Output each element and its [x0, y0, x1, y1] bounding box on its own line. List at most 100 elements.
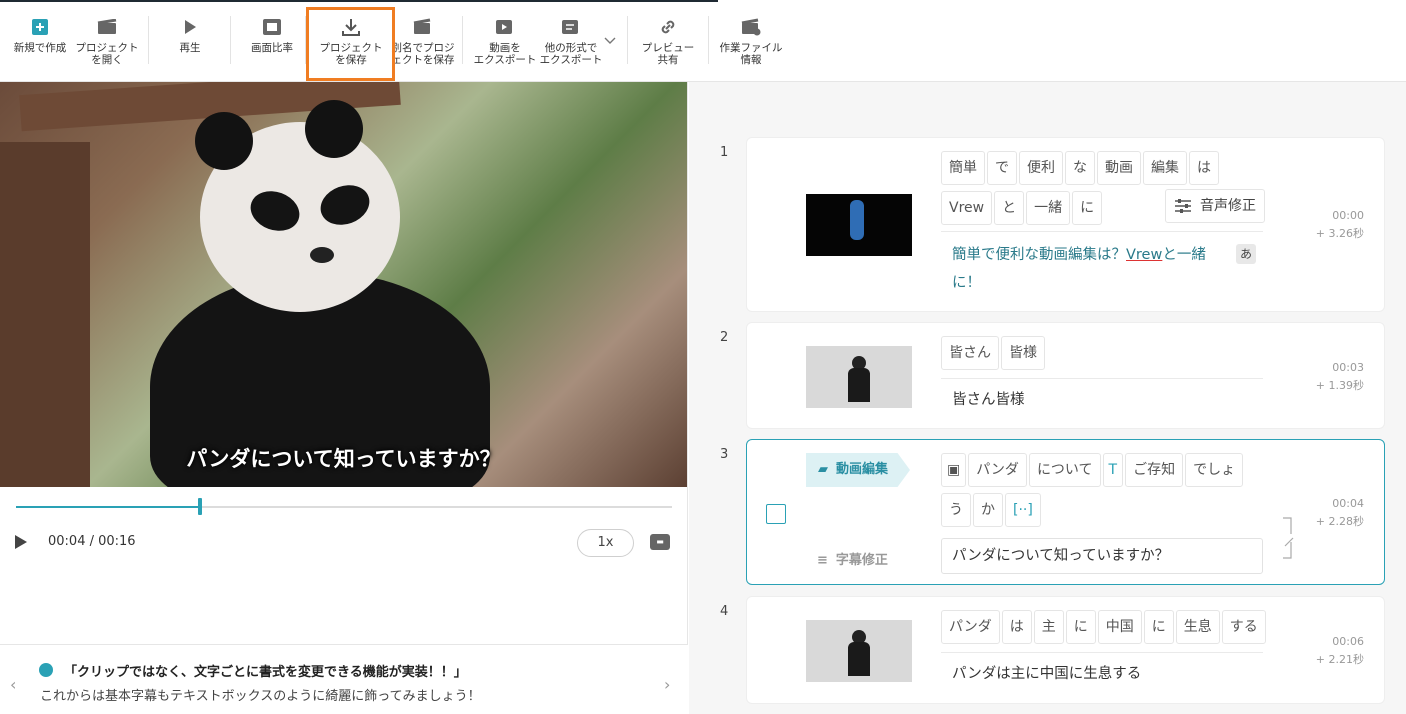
playback-speed-button[interactable]: 1x: [577, 529, 634, 557]
clip-card-selected[interactable]: ▰ 動画編集 ≡ 字幕修正 ▣ パンダ について T ご存知 でしょ う か [··…: [746, 439, 1385, 585]
word-chip[interactable]: 皆さん: [941, 336, 999, 370]
save-as-button[interactable]: 別名でプロジ ェクトを保存: [390, 16, 456, 78]
clip-number: 1: [720, 145, 729, 160]
subtitle-text: と一緒: [1162, 247, 1206, 263]
word-chip[interactable]: で: [987, 151, 1017, 185]
word-chip[interactable]: に: [1065, 610, 1096, 644]
word-chip[interactable]: 便利: [1019, 151, 1063, 185]
subtitle-input[interactable]: パンダについて知っていますか？: [941, 538, 1263, 574]
aspect-ratio-icon: [261, 16, 283, 38]
kana-button[interactable]: あ: [1236, 244, 1256, 264]
clip-card[interactable]: 皆さん 皆様 皆さん皆様 00:03 + 1.39秒: [746, 322, 1385, 429]
word-chip[interactable]: 動画: [1097, 151, 1141, 185]
word-chip[interactable]: な: [1065, 151, 1095, 185]
voice-fix-label: 音声修正: [1200, 198, 1256, 214]
new-project-button[interactable]: 新規で作成: [12, 16, 68, 78]
voice-fix-button[interactable]: 音声修正: [1165, 189, 1265, 223]
play-icon: [15, 535, 27, 549]
announcement-title[interactable]: 「クリップではなく、文字ごとに書式を変更できる機能が実装！！」: [64, 661, 467, 680]
clip-thumbnail[interactable]: [806, 346, 912, 408]
toolbar-separator: [627, 16, 628, 64]
document-export-icon: [560, 16, 582, 38]
silence-chip[interactable]: [··]: [1005, 493, 1041, 527]
clip-subtitle[interactable]: 簡単で便利な動画編集は？Vrewと一緒 に！: [952, 241, 1222, 297]
clip-subtitle[interactable]: パンダは主に中国に生息する: [952, 660, 1141, 688]
merge-connector-icon[interactable]: [1281, 516, 1297, 564]
word-chip[interactable]: う: [941, 493, 971, 527]
title-bar-strip: [0, 0, 718, 2]
word-chip[interactable]: 皆様: [1001, 336, 1045, 370]
timeline-scrubber[interactable]: [16, 498, 672, 515]
export-video-button[interactable]: 動画を エクスポート: [472, 16, 538, 78]
word-chip[interactable]: に: [1072, 191, 1103, 225]
subtitle-text: 簡単で便利な動画編集は？: [952, 247, 1126, 263]
word-chip[interactable]: は: [1001, 610, 1032, 644]
clip-thumbnail[interactable]: [806, 620, 912, 682]
word-chip[interactable]: 生息: [1175, 610, 1220, 644]
word-chips: ▣ パンダ について T ご存知 でしょ う か [··]: [941, 453, 1261, 533]
save-project-label: プロジェクト を保存: [319, 42, 383, 66]
aspect-ratio-button[interactable]: 画面比率: [244, 16, 300, 78]
video-preview[interactable]: パンダについて知っていますか？: [0, 82, 687, 487]
save-project-button[interactable]: プロジェクト を保存: [318, 16, 384, 78]
export-other-button[interactable]: 他の形式で エクスポート: [538, 16, 604, 78]
clip-thumbnail[interactable]: [806, 194, 912, 256]
word-chip[interactable]: か: [973, 493, 1003, 527]
word-chip[interactable]: に: [1143, 610, 1174, 644]
word-chip[interactable]: 簡単: [941, 151, 985, 185]
chevron-left-icon[interactable]: ‹: [10, 675, 16, 694]
new-project-label: 新規で作成: [13, 42, 67, 54]
word-chip[interactable]: 編集: [1143, 151, 1187, 185]
word-chip[interactable]: は: [1189, 151, 1219, 185]
word-chip[interactable]: 一緒: [1026, 191, 1071, 225]
save-as-label: 別名でプロジ ェクトを保存: [391, 42, 455, 66]
word-chip[interactable]: パンダ: [941, 610, 1000, 644]
word-chip[interactable]: でしょ: [1185, 453, 1244, 487]
image-word-icon[interactable]: ▣: [941, 453, 967, 487]
thumbnail-figure-shape: [850, 200, 864, 240]
divider: [941, 652, 1263, 653]
clip-subtitle[interactable]: 皆さん皆様: [952, 386, 1025, 414]
word-chip[interactable]: 中国: [1097, 610, 1142, 644]
clapperboard-info-icon: [740, 16, 762, 38]
word-chip[interactable]: 主: [1033, 610, 1064, 644]
scrubber-handle[interactable]: [197, 498, 202, 515]
word-chip[interactable]: ご存知: [1125, 453, 1184, 487]
word-chip[interactable]: する: [1221, 610, 1266, 644]
toolbar-separator: [148, 16, 149, 64]
player-play-button[interactable]: [14, 534, 30, 552]
subtitle-text: に！: [952, 275, 981, 291]
divider: [941, 378, 1263, 379]
aspect-ratio-label: 画面比率: [251, 42, 293, 54]
word-chips: 皆さん 皆様: [941, 336, 1271, 376]
play-button[interactable]: 再生: [170, 16, 210, 78]
text-style-icon[interactable]: T: [1102, 453, 1124, 487]
clip-number: 3: [720, 447, 729, 462]
preview-share-button[interactable]: プレビュー 共有: [636, 16, 700, 78]
open-project-button[interactable]: プロジェクト を開く: [74, 16, 140, 78]
playback-time: 00:04 / 00:16: [48, 534, 136, 549]
thumbnail-figure-shape: [848, 642, 870, 676]
lines-icon: ≡: [817, 553, 828, 568]
subtitle-fix-tag[interactable]: ≡ 字幕修正: [817, 549, 888, 568]
word-chips: パンダ は 主 に 中国 に 生息 する: [941, 610, 1271, 650]
word-chip[interactable]: と: [994, 191, 1025, 225]
subtitle-toggle-icon[interactable]: ▬: [650, 534, 670, 550]
video-edit-tag[interactable]: ▰ 動画編集: [806, 453, 911, 487]
clip-card[interactable]: パンダ は 主 に 中国 に 生息 する パンダは主に中国に生息する 00:06…: [746, 596, 1385, 704]
clip-duration: + 1.39秒: [1315, 379, 1364, 392]
tree-trunk-shape: [0, 142, 90, 487]
clip-card[interactable]: 簡単 で 便利 な 動画 編集 は Vrew と 一緒 に 音声修正 簡単で便利…: [746, 137, 1385, 312]
word-chip[interactable]: パンダ: [968, 453, 1027, 487]
chevron-right-icon[interactable]: ›: [664, 675, 670, 694]
download-icon: [340, 16, 362, 38]
link-icon: [657, 16, 679, 38]
play-icon: [179, 16, 201, 38]
word-chip[interactable]: について: [1028, 453, 1101, 487]
word-chip[interactable]: Vrew: [941, 191, 993, 225]
clip-select-checkbox[interactable]: [766, 504, 786, 524]
clapperboard-icon: ▰: [818, 462, 828, 477]
file-info-label: 作業ファイル 情報: [719, 42, 783, 66]
file-info-button[interactable]: 作業ファイル 情報: [716, 16, 786, 78]
export-other-label: 他の形式で エクスポート: [539, 42, 603, 66]
